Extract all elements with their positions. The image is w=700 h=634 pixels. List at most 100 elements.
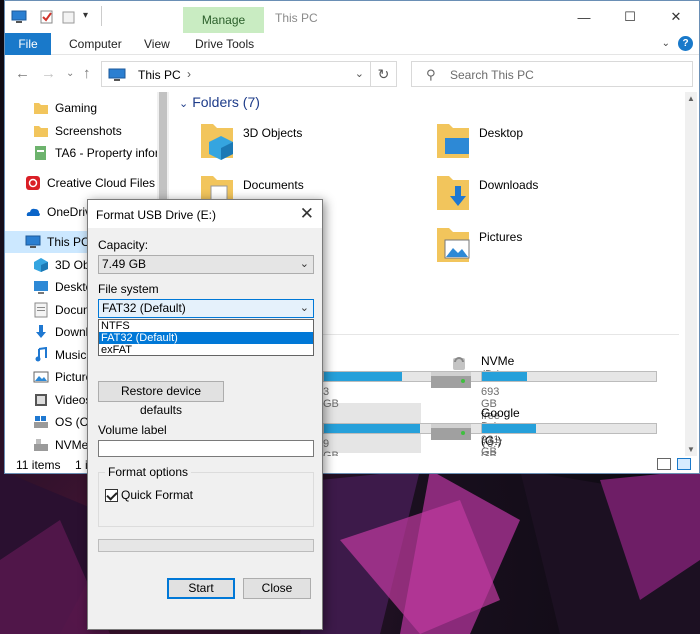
option-ntfs[interactable]: NTFS [99,320,313,332]
tab-file[interactable]: File [5,33,51,55]
quick-format-checkbox-row[interactable]: Quick Format [105,488,193,502]
sidebar-item-documents[interactable]: Docum [33,299,93,321]
computer-icon [25,235,41,248]
creative-cloud-icon [26,176,40,190]
new-folder-icon[interactable] [61,10,77,24]
usage-fill [324,424,420,433]
properties-icon[interactable] [39,10,55,24]
sidebar-item-label: Videos [55,393,92,407]
quick-format-label: Quick Format [121,488,194,502]
option-fat32[interactable]: FAT32 (Default) [99,332,313,344]
close-button[interactable]: Close [243,578,311,599]
expand-ribbon-icon[interactable]: ⌄ [662,38,670,49]
ribbon-right-controls: ⌄ ? [662,36,693,51]
address-path: This PC [138,68,181,82]
folder-name: Pictures [479,230,523,244]
document-icon [35,146,46,160]
folder-3d-objects[interactable]: 3D Objects [199,120,302,160]
sidebar-item-videos[interactable]: Videos [33,389,91,411]
maximize-button[interactable]: ☐ [607,1,653,33]
sidebar-item-pictures[interactable]: Picture [33,366,92,388]
start-button[interactable]: Start [167,578,235,599]
manage-tab[interactable]: Manage [183,7,264,33]
downloads-icon [36,325,46,338]
sidebar-item-label: This PC [47,235,90,249]
address-bar-row: ← → ⌄ ↑ This PC › ⌄ ↻ ⚲ Search This PC [5,56,699,92]
music-icon [35,347,47,362]
folder-name: Documents [243,178,304,192]
forward-arrow-icon[interactable]: → [41,65,56,82]
minimize-button[interactable]: — [561,1,607,33]
this-pc-icon [108,68,126,81]
pictures-folder-icon [437,228,470,262]
content-scrollbar[interactable]: ▲ ▼ [685,92,697,456]
option-exfat[interactable]: exFAT [99,344,313,356]
help-icon[interactable]: ? [678,36,693,51]
recent-locations-icon[interactable]: ⌄ [66,68,74,79]
folder-name: Downloads [479,178,539,192]
volume-label-label: Volume label [98,423,167,437]
documents-icon [34,302,48,318]
selection-count: 1 i [75,458,88,472]
desktop-icon [34,281,48,294]
folder-name: 3D Objects [243,126,303,140]
scroll-up-icon[interactable]: ▲ [687,94,695,103]
folder-desktop[interactable]: Desktop [435,120,523,160]
search-icon: ⚲ [426,67,436,82]
format-options-label: Format options [105,465,192,479]
sidebar-item-label: Music [55,348,87,362]
sidebar-item-music[interactable]: Music [33,344,86,366]
breadcrumb-chevron-icon[interactable]: › [187,67,191,81]
back-arrow-icon[interactable]: ← [15,65,30,82]
3d-objects-folder-icon [201,124,233,160]
title-divider [101,6,102,26]
title-bar: ▾ Manage This PC — ☐ ✕ [5,1,699,33]
tab-drive-tools[interactable]: Drive Tools [195,37,254,51]
usage-fill [324,372,403,381]
sidebar-item-creative-cloud[interactable]: Creative Cloud Files [25,172,155,194]
usage-fill [482,424,536,433]
up-arrow-icon[interactable]: ↑ [83,65,91,82]
refresh-button[interactable]: ↻ [371,61,397,87]
scroll-down-icon[interactable]: ▼ [687,445,695,454]
downloads-folder-icon [437,176,469,210]
folder-icon [34,103,48,114]
os-drive-icon [34,416,48,428]
chevron-down-icon: ⌄ [299,258,309,270]
sidebar-item-downloads[interactable]: Downlo [33,321,95,343]
window-title: This PC [275,11,318,25]
chevron-down-icon[interactable]: ⌄ [355,67,364,80]
3d-objects-icon [34,258,48,272]
tab-view[interactable]: View [144,37,170,51]
restore-defaults-button[interactable]: Restore device defaults [98,381,224,417]
group-title: Folders (7) [192,94,260,110]
folder-pictures[interactable]: Pictures [435,224,522,264]
drive-icon [431,424,471,440]
close-button[interactable]: ✕ [653,1,699,33]
format-options-group: Format options Quick Format [98,465,314,527]
details-view-icon[interactable] [657,458,671,470]
format-progress-bar [98,539,314,552]
capacity-select[interactable]: 7.49 GB ⌄ [98,255,314,274]
search-input[interactable]: ⚲ Search This PC [411,61,693,87]
chevron-down-icon: ⌄ [299,302,309,314]
search-placeholder: Search This PC [450,68,534,82]
volume-label-input[interactable] [98,440,314,457]
sidebar-item-ta6[interactable]: TA6 - Property inforr [33,142,157,164]
folder-icon [34,126,48,137]
folder-downloads[interactable]: Downloads [435,172,538,212]
tiles-view-icon[interactable] [677,458,691,470]
customize-quick-access-icon[interactable]: ▾ [83,10,88,21]
dialog-close-icon[interactable]: ✕ [300,204,314,224]
file-system-label: File system [98,282,159,296]
tab-computer[interactable]: Computer [69,37,122,51]
collapse-chevron-icon[interactable]: ⌄ [179,98,188,110]
file-system-value: FAT32 (Default) [102,301,186,315]
format-dialog: Format USB Drive (E:) ✕ Capacity: 7.49 G… [87,199,323,630]
group-header-folders[interactable]: ⌄ Folders (7) [179,94,260,110]
address-field[interactable]: This PC › ⌄ [101,61,371,87]
sidebar-item-gaming[interactable]: Gaming [33,97,97,119]
quick-format-checkbox[interactable] [105,488,118,502]
sidebar-item-screenshots[interactable]: Screenshots [33,120,122,142]
file-system-select[interactable]: FAT32 (Default) ⌄ [98,299,314,318]
